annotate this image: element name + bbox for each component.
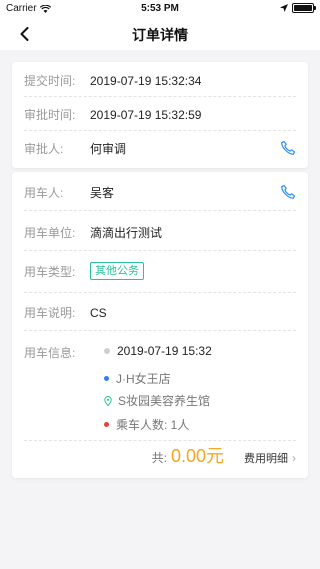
info-to: S妆园美容养生馆 <box>118 394 211 408</box>
unit-row: 用车单位: 滴滴出行测试 <box>24 224 296 241</box>
destination-pin-icon <box>104 395 112 406</box>
call-approver-phone-icon[interactable] <box>280 140 296 156</box>
submit-time-label: 提交时间: <box>24 74 76 88</box>
user-label: 用车人: <box>24 186 64 200</box>
user-value: 吴客 <box>90 186 115 200</box>
divider <box>24 130 296 131</box>
user-row: 用车人: 吴客 <box>24 184 296 201</box>
approver-label: 审批人: <box>24 142 64 156</box>
info-to-item: S妆园美容养生馆 <box>104 392 210 409</box>
info-from: J·H女王店 <box>116 372 171 386</box>
start-dot-icon <box>104 376 109 381</box>
divider <box>24 292 296 293</box>
divider <box>24 250 296 251</box>
battery-icon <box>292 3 316 13</box>
approve-time-row: 审批时间: 2019-07-19 15:32:59 <box>24 106 296 123</box>
divider <box>24 96 296 97</box>
unit-value: 滴滴出行测试 <box>90 226 163 240</box>
divider <box>24 440 296 441</box>
page-title: 订单详情 <box>132 27 188 43</box>
info-time-item: 2019-07-19 15:32 <box>104 344 212 358</box>
approver-row: 审批人: 何审调 <box>24 140 296 157</box>
location-arrow-icon <box>280 4 288 12</box>
submit-time-row: 提交时间: 2019-07-19 15:32:34 <box>24 72 296 89</box>
fee-detail-link[interactable]: 费用明细 › <box>244 450 296 466</box>
nav-bar: 订单详情 <box>0 18 320 50</box>
divider <box>24 210 296 211</box>
call-user-phone-icon[interactable] <box>280 184 296 200</box>
unit-label: 用车单位: <box>24 226 76 240</box>
note-value: CS <box>90 305 107 320</box>
info-from-item: J·H女王店 <box>104 370 171 387</box>
passenger-dot-icon <box>104 422 109 427</box>
total-label: 共: <box>151 451 167 465</box>
divider <box>24 330 296 331</box>
fee-detail-label: 费用明细 <box>244 453 288 465</box>
time-dot-icon <box>104 348 110 354</box>
info-passengers: 乘车人数: 1人 <box>116 418 190 432</box>
type-label: 用车类型: <box>24 264 76 279</box>
approve-time-value: 2019-07-19 15:32:59 <box>90 107 202 122</box>
status-right <box>280 3 316 13</box>
order-card: 用车人: 吴客 用车单位: 滴滴出行测试 用车类型: 其他公务 用车说明: CS… <box>12 172 308 478</box>
info-passengers-item: 乘车人数: 1人 <box>104 416 189 433</box>
note-row: 用车说明: CS <box>24 304 296 321</box>
approve-time-label: 审批时间: <box>24 108 76 122</box>
info-label: 用车信息: <box>24 346 76 360</box>
note-label: 用车说明: <box>24 306 76 320</box>
status-time: 5:53 PM <box>141 3 179 14</box>
info-time: 2019-07-19 15:32 <box>117 344 212 358</box>
type-row: 用车类型: 其他公务 <box>24 262 296 280</box>
total-row: 共: 0.00元 费用明细 › <box>152 442 296 468</box>
approval-card: 提交时间: 2019-07-19 15:32:34 审批时间: 2019-07-… <box>12 62 308 168</box>
approver-value: 何审调 <box>90 142 127 156</box>
status-bar: Carrier 5:53 PM <box>0 0 320 18</box>
total-amount: 0.00元 <box>170 446 224 466</box>
type-tag: 其他公务 <box>90 262 144 280</box>
submit-time-value: 2019-07-19 15:32:34 <box>90 73 202 88</box>
chevron-right-icon: › <box>292 451 296 465</box>
